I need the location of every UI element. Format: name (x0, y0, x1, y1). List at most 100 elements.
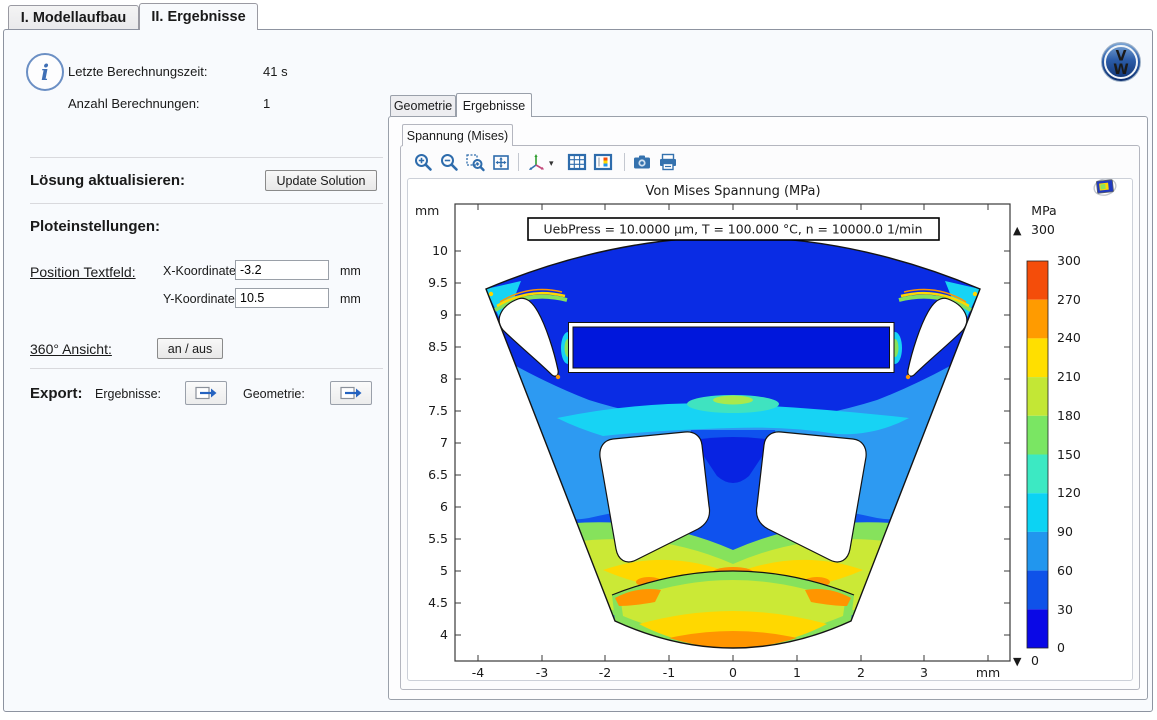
svg-text:5.5: 5.5 (428, 531, 448, 546)
x-coordinate-input[interactable] (235, 260, 329, 280)
export-results-label: Ergebnisse: (95, 387, 161, 401)
tab-geometrie[interactable]: Geometrie (390, 95, 456, 116)
tab-spannung-mises-label: Spannung (Mises) (407, 129, 508, 143)
export-results-button[interactable] (185, 381, 227, 405)
y-coordinate-input[interactable] (235, 288, 329, 308)
grid-icon[interactable] (566, 151, 588, 173)
x-axis-unit: mm (976, 665, 1000, 680)
view360-toggle-button[interactable]: an / aus (157, 338, 223, 359)
svg-text:3: 3 (920, 665, 928, 680)
von-mises-plot: Von Mises Spannung (MPa) (407, 178, 1133, 680)
view-orientation-icon[interactable] (526, 151, 548, 173)
update-solution-heading: Lösung aktualisieren: (30, 172, 185, 189)
svg-text:6: 6 (440, 499, 448, 514)
colorbar-over-symbol: ▲ (1013, 224, 1022, 237)
export-geometry-button[interactable] (330, 381, 372, 405)
last-computation-label: Letzte Berechnungszeit: (68, 64, 207, 79)
colorbar-unit: MPa (1031, 203, 1056, 218)
svg-text:-3: -3 (536, 665, 548, 680)
last-computation-value: 41 s (263, 64, 288, 79)
svg-text:8.5: 8.5 (428, 339, 448, 354)
update-solution-button[interactable]: Update Solution (265, 170, 377, 191)
tab-modellaufbau-label: I. Modellaufbau (21, 10, 127, 26)
plot-settings-heading: Ploteinstellungen: (30, 218, 160, 235)
toolbar-separator (624, 153, 625, 171)
svg-text:1: 1 (793, 665, 801, 680)
computation-count-value: 1 (263, 96, 270, 111)
export-heading: Export: (30, 385, 83, 402)
svg-text:-1: -1 (663, 665, 675, 680)
tab-ergebnisse-graphics[interactable]: Ergebnisse (456, 93, 532, 117)
svg-text:9.5: 9.5 (428, 275, 448, 290)
svg-text:9: 9 (440, 307, 448, 322)
x-tick-labels: -4 -3 -2 -1 0 1 2 3 mm (472, 665, 1000, 680)
svg-text:7.5: 7.5 (428, 403, 448, 418)
tab-spannung-mises[interactable]: Spannung (Mises) (402, 124, 513, 146)
zoom-box-icon[interactable] (464, 151, 486, 173)
colorbar-under-symbol: ▼ (1013, 655, 1022, 668)
print-icon[interactable] (657, 151, 679, 173)
svg-text:5: 5 (440, 563, 448, 578)
divider (30, 157, 383, 158)
tab-modellaufbau[interactable]: I. Modellaufbau (8, 5, 139, 30)
stress-hotspot (906, 375, 910, 379)
info-icon: i (26, 53, 64, 91)
zoom-out-icon[interactable] (438, 151, 460, 173)
view360-label: 360° Ansicht: (30, 341, 112, 357)
position-textfield-label: Position Textfeld: (30, 264, 136, 280)
vw-logo: V W (1100, 41, 1142, 88)
info-glyph: i (41, 60, 49, 85)
svg-text:60: 60 (1057, 563, 1073, 578)
svg-text:180: 180 (1057, 408, 1081, 423)
svg-text:2: 2 (857, 665, 865, 680)
snapshot-camera-icon[interactable] (631, 151, 653, 173)
svg-text:300: 300 (1057, 253, 1081, 268)
toolbar-separator (518, 153, 519, 171)
colorbar-under-value: 0 (1031, 653, 1039, 668)
plot-scene-icon[interactable] (1092, 176, 1118, 203)
svg-text:6.5: 6.5 (428, 467, 448, 482)
magnet-pocket (569, 323, 895, 373)
svg-text:30: 30 (1057, 602, 1073, 617)
svg-text:0: 0 (1057, 640, 1065, 655)
y-coordinate-label: Y-Koordinate: (163, 292, 238, 306)
export-icon (195, 385, 217, 401)
divider (30, 368, 383, 369)
zoom-in-icon[interactable] (412, 151, 434, 173)
x-coordinate-unit: mm (340, 264, 361, 278)
y-coordinate-unit: mm (340, 292, 361, 306)
colorbar-tick-labels: 300 270 240 210 180 150 120 90 60 30 0 (1057, 253, 1081, 655)
computation-count-label: Anzahl Berechnungen: (68, 96, 200, 111)
export-icon (340, 385, 362, 401)
svg-text:210: 210 (1057, 369, 1081, 384)
view360-toggle-label: an / aus (168, 342, 212, 356)
y-axis-unit: mm (415, 203, 439, 218)
vw-logo-w: W (1113, 62, 1128, 78)
update-solution-button-label: Update Solution (277, 174, 366, 188)
stress-hotspot (556, 375, 560, 379)
tab-ergebnisse[interactable]: II. Ergebnisse (139, 3, 258, 30)
view-orientation-dropdown-caret[interactable]: ▾ (549, 158, 554, 169)
svg-text:-4: -4 (472, 665, 485, 680)
svg-text:240: 240 (1057, 330, 1081, 345)
colorbar-over-value: 300 (1031, 222, 1055, 237)
export-geometry-label: Geometrie: (243, 387, 305, 401)
svg-text:120: 120 (1057, 485, 1081, 500)
tab-geometrie-label: Geometrie (394, 99, 452, 113)
svg-text:-2: -2 (599, 665, 611, 680)
plot-title: Von Mises Spannung (MPa) (645, 184, 820, 199)
divider (30, 203, 383, 204)
app-window: I. Modellaufbau II. Ergebnisse i Letzte … (0, 0, 1157, 720)
svg-text:150: 150 (1057, 447, 1081, 462)
svg-text:7: 7 (440, 435, 448, 450)
svg-text:0: 0 (729, 665, 737, 680)
svg-text:4: 4 (440, 627, 448, 642)
colorbar (1027, 261, 1048, 648)
svg-text:8: 8 (440, 371, 448, 386)
zoom-extents-icon[interactable] (490, 151, 512, 173)
tab-ergebnisse-graphics-label: Ergebnisse (463, 99, 526, 113)
y-tick-labels: 10 9.5 9 8.5 8 7.5 7 6.5 6 5.5 5 4.5 4 (428, 243, 448, 642)
svg-text:90: 90 (1057, 524, 1073, 539)
annotation-text: UebPress = 10.0000 µm, T = 100.000 °C, n… (544, 222, 923, 237)
color-legend-icon[interactable] (592, 151, 614, 173)
